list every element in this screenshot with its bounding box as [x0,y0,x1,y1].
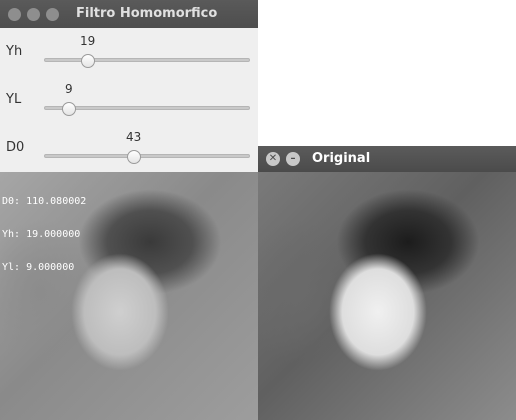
minimize-icon[interactable]: – [286,152,300,166]
filter-window-titlebar: Filtro Homomorfico [0,0,258,28]
slider-value-yl: 9 [65,82,73,96]
overlay-d0: D0: 110.080002 [2,196,87,207]
overlay-yh: Yh: 19.000000 [2,229,81,240]
close-icon[interactable]: ✕ [266,152,280,166]
original-window-titlebar: ✕ – Original [258,146,516,172]
slider-label-d0: D0 [6,140,25,155]
slider-knob-yh[interactable] [81,54,95,68]
filter-window: Filtro Homomorfico Yh 19 YL 9 D0 43 D0: … [0,0,258,420]
filter-parameters-overlay: D0: 110.080002 Yh: 19.000000 Yl: 9.00000… [2,174,86,295]
maximize-window-button[interactable] [46,7,59,21]
slider-value-yh: 19 [80,34,96,48]
slider-row-d0: D0 43 [0,128,258,168]
filter-window-title: Filtro Homomorfico [76,6,218,21]
slider-track-yh[interactable] [44,58,250,62]
slider-knob-yl[interactable] [62,102,76,116]
slider-label-yh: Yh [6,44,23,59]
slider-track-d0[interactable] [44,154,250,158]
slider-knob-d0[interactable] [127,150,141,164]
slider-row-yh: Yh 19 [0,32,258,72]
original-window-title: Original [312,151,371,166]
slider-label-yl: YL [6,92,22,107]
slider-value-d0: 43 [126,130,142,144]
overlay-yl: Yl: 9.000000 [2,262,75,273]
close-window-button[interactable] [8,7,21,21]
minimize-window-button[interactable] [27,7,40,21]
slider-row-yl: YL 9 [0,80,258,120]
original-image [258,172,516,420]
original-window: ✕ – Original [258,146,516,420]
